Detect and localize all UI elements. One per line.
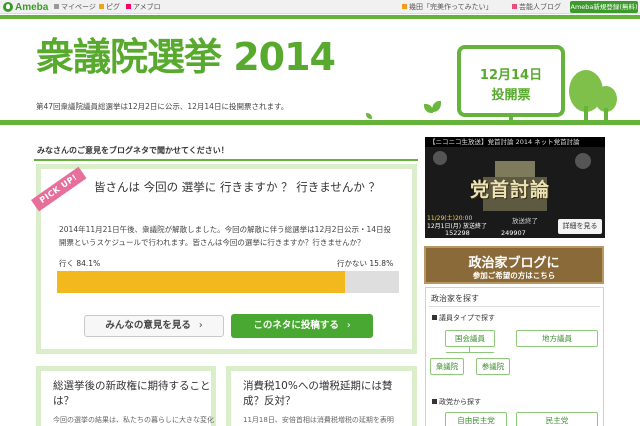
ameba-logo-icon <box>3 2 13 12</box>
video-header: 【ニコニコ生放送】党首討論 2014 ネット党首討論 <box>425 137 605 147</box>
sign-post <box>509 114 513 122</box>
register-button[interactable]: Ameba新規登録(無料) <box>570 1 638 13</box>
debate-video-banner[interactable]: 【ニコニコ生放送】党首討論 2014 ネット党首討論 党首討論 11/29(土)… <box>425 137 605 238</box>
question-description: 2014年11月21日午後、衆議院が解散しました。今回の解散に伴う総選挙は12月… <box>59 225 392 234</box>
dpj-button[interactable]: 民主党 <box>516 412 598 426</box>
speaker-photo <box>433 151 447 165</box>
top-bar: Ameba マイページ ピグ アメブロ 幾田「完美作ってみたい」 芸能人ブログ … <box>0 0 640 14</box>
question-description: 開票というスケジュールで行われます。皆さんは今回の選挙に行きますか？行きませんか… <box>59 238 365 247</box>
panel-title: 政治家を探す <box>431 294 479 303</box>
topic-text: 11月18日、安倍首相は消費税増税の延期を表明 <box>243 416 394 424</box>
tree-trunk <box>604 108 608 121</box>
section-underline <box>34 159 418 161</box>
panel-divider <box>429 306 600 307</box>
politician-blog-banner[interactable]: 政治家ブログに 参加ご希望の方はこちら <box>424 246 604 284</box>
pigg-link[interactable]: ピグ <box>99 2 120 12</box>
tree-trunk <box>584 106 588 121</box>
banner-subtext: 参加ご希望の方はこちら <box>472 271 556 280</box>
speaker-photo <box>575 153 591 169</box>
page-title: 衆議院選挙 2014 <box>36 35 336 79</box>
ameba-logo[interactable]: Ameba <box>3 1 48 13</box>
video-view-count: 152298 <box>445 229 470 237</box>
video-detail-button[interactable]: 詳細を見る <box>558 219 602 234</box>
celebrity-blog-link[interactable]: 芸能人ブログ <box>512 2 561 12</box>
topic-title[interactable]: 総選挙後の新政権に期待することは？ <box>53 379 213 409</box>
topic-card[interactable]: 総選挙後の新政権に期待することは？ 今回の選挙の結果は、私たちの暮らしに大きな変… <box>36 366 216 426</box>
square-icon <box>99 4 104 9</box>
vote-result-bar <box>57 271 399 293</box>
square-icon <box>432 399 437 404</box>
notice-icon <box>402 4 407 9</box>
video-title: 党首討論 <box>470 179 551 201</box>
house-of-representatives-button[interactable]: 衆議院 <box>430 358 464 375</box>
square-icon <box>126 4 131 9</box>
ameblo-link[interactable]: アメブロ <box>126 2 161 12</box>
square-icon <box>54 4 59 9</box>
post-topic-button[interactable]: このネタに投稿する › <box>231 314 373 338</box>
notice-link[interactable]: 幾田「完美作ってみたい」 <box>402 2 493 12</box>
topic-card[interactable]: 消費税10%への増税延期には賛成？反対？ 11月18日、安倍首相は消費税増税の延… <box>226 366 417 426</box>
square-icon <box>432 315 437 320</box>
national-legislator-button[interactable]: 国会議員 <box>445 330 495 347</box>
tree-connector <box>446 352 494 353</box>
celebrity-icon <box>512 4 517 9</box>
ameba-logo-text: Ameba <box>15 1 49 13</box>
house-of-councillors-button[interactable]: 参議院 <box>476 358 510 375</box>
video-status: 放送終了 <box>512 217 538 225</box>
topic-text: 今回の選挙の結果は、私たちの暮らしに大きな変化 <box>53 416 214 424</box>
view-opinions-button[interactable]: みんなの意見を見る › <box>84 315 224 337</box>
type-section-label: 議員タイプで探す <box>432 313 495 323</box>
video-comment-count: 249907 <box>501 229 526 237</box>
yes-percent-label: 行く 84.1% <box>59 259 101 268</box>
party-section-label: 政党から探す <box>432 397 481 407</box>
page-subtitle: 第47回衆議院議員総選挙は12月2日に公示、12月14日に投開票されます。 <box>36 102 289 111</box>
mypage-link[interactable]: マイページ <box>54 2 96 12</box>
no-percent-label: 行かない 15.8% <box>337 259 394 268</box>
topic-title[interactable]: 消費税10%への増税延期には賛成？反対？ <box>243 379 403 409</box>
vote-date-sign: 12月14日 投開票 <box>457 45 565 117</box>
banner-heading: 政治家ブログに <box>468 256 560 271</box>
vote-label: 投開票 <box>491 88 531 103</box>
chevron-right-icon: › <box>346 320 351 331</box>
header-divider <box>0 120 640 125</box>
section-heading: みなさんのご意見をブログネタで聞かせてください！ <box>37 146 229 155</box>
vote-date: 12月14日 <box>479 68 543 83</box>
local-legislator-button[interactable]: 地方議員 <box>516 330 598 347</box>
ldp-button[interactable]: 自由民主党 <box>445 412 507 426</box>
question-title[interactable]: 皆さんは 今回の 選挙に 行きますか ？ 行きませんか ？ <box>94 179 380 195</box>
yes-bar-fill <box>57 271 345 293</box>
chevron-right-icon: › <box>198 320 203 331</box>
